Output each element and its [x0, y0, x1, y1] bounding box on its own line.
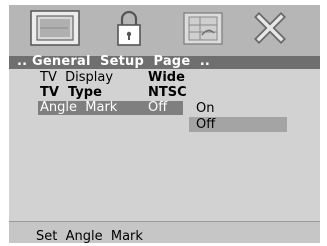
setting-label-tv-type[interactable]: TV Type — [40, 86, 102, 100]
lock-icon — [117, 10, 141, 46]
setting-label-angle-mark[interactable]: Angle Mark — [40, 101, 117, 115]
tab-password-lock[interactable] — [106, 5, 152, 50]
option-on[interactable]: On — [196, 101, 214, 116]
tab-preferences[interactable] — [178, 5, 228, 50]
tab-general-setup[interactable] — [26, 5, 84, 50]
page-title: .. General Setup Page .. — [17, 54, 211, 69]
option-off[interactable]: Off — [196, 117, 215, 132]
exit-icon — [254, 11, 286, 44]
setting-value-tv-type[interactable]: NTSC — [148, 86, 187, 100]
setting-value-angle-mark[interactable]: Off — [148, 101, 167, 115]
tab-exit[interactable] — [248, 5, 292, 50]
setting-value-tv-display[interactable]: Wide — [148, 71, 185, 85]
preferences-icon — [183, 11, 223, 45]
status-hint: Set Angle Mark — [36, 229, 143, 244]
setting-label-tv-display[interactable]: TV Display — [40, 71, 113, 85]
general-setup-icon — [30, 9, 80, 46]
